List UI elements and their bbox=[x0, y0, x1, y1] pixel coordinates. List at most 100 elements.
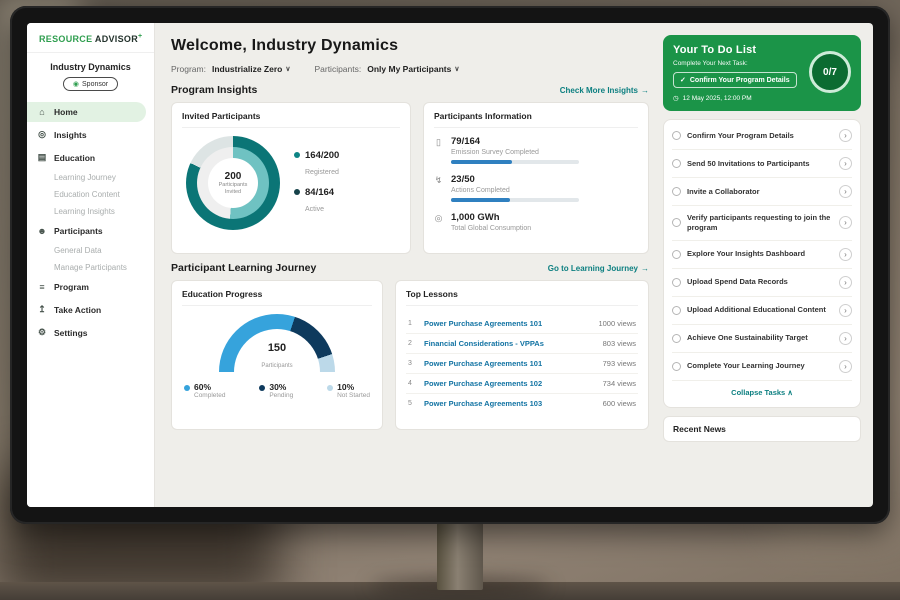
chevron-right-icon[interactable]: › bbox=[839, 332, 852, 345]
next-task-chip[interactable]: ✓ Confirm Your Program Details bbox=[673, 72, 797, 88]
legend-label: Pending bbox=[269, 392, 293, 399]
settings-icon: ⚙ bbox=[37, 327, 47, 338]
sidebar-item-take-action[interactable]: ↥ Take Action bbox=[27, 299, 146, 320]
task-label: Upload Spend Data Records bbox=[687, 277, 833, 287]
task-checkbox[interactable] bbox=[672, 278, 681, 287]
task-checkbox[interactable] bbox=[672, 159, 681, 168]
home-icon: ⌂ bbox=[37, 107, 47, 117]
task-label: Send 50 Invitations to Participants bbox=[687, 159, 833, 169]
legend-dot bbox=[259, 385, 265, 391]
sidebar-item-settings[interactable]: ⚙ Settings bbox=[27, 322, 146, 343]
lesson-views: 1000 views bbox=[598, 319, 636, 328]
task-checkbox[interactable] bbox=[672, 250, 681, 259]
lesson-views: 803 views bbox=[603, 339, 636, 348]
chevron-right-icon[interactable]: › bbox=[839, 360, 852, 373]
monitor-stand bbox=[437, 520, 483, 590]
lesson-row[interactable]: 1 Power Purchase Agreements 101 1000 vie… bbox=[406, 314, 638, 334]
sidebar-item-label: Participants bbox=[54, 226, 103, 236]
chevron-right-icon[interactable]: › bbox=[839, 216, 852, 229]
sidebar-item-insights[interactable]: ◎ Insights bbox=[27, 124, 146, 145]
program-insights-header: Program Insights Check More Insights → bbox=[171, 84, 649, 96]
sidebar-item-learning-insights[interactable]: Learning Insights bbox=[27, 203, 154, 220]
sidebar-item-home[interactable]: ⌂ Home bbox=[27, 102, 146, 122]
lesson-rank: 5 bbox=[408, 400, 416, 407]
chevron-right-icon[interactable]: › bbox=[839, 248, 852, 261]
lesson-row[interactable]: 2 Financial Considerations - VPPAs 803 v… bbox=[406, 334, 638, 354]
gauge-center: 150 Participants bbox=[219, 342, 335, 372]
sidebar-item-general-data[interactable]: General Data bbox=[27, 242, 154, 259]
participants-select[interactable]: Only My Participants ∨ bbox=[367, 64, 459, 74]
education-progress-card: Education Progress 150 Participants bbox=[171, 280, 383, 430]
task-row-confirm-program[interactable]: Confirm Your Program Details › bbox=[672, 122, 852, 150]
task-label: Verify participants requesting to join t… bbox=[687, 213, 833, 233]
lesson-link[interactable]: Power Purchase Agreements 101 bbox=[424, 359, 595, 368]
donut-center-label: Participants Invited bbox=[213, 182, 253, 196]
sidebar-item-manage-participants[interactable]: Manage Participants bbox=[27, 259, 154, 276]
invited-participants-donut-chart: 200 Participants Invited bbox=[186, 136, 280, 230]
lesson-link[interactable]: Power Purchase Agreements 101 bbox=[424, 319, 590, 328]
task-row-upload-spend-data[interactable]: Upload Spend Data Records › bbox=[672, 269, 852, 297]
sidebar-item-program[interactable]: ≡ Program bbox=[27, 277, 146, 297]
device-icon: ▯ bbox=[434, 137, 443, 164]
lesson-row[interactable]: 4 Power Purchase Agreements 102 734 view… bbox=[406, 374, 638, 394]
insights-cards-row: Invited Participants 200 Participants In… bbox=[171, 102, 649, 254]
task-checkbox[interactable] bbox=[672, 131, 681, 140]
sidebar-item-education[interactable]: ▤ Education bbox=[27, 147, 146, 168]
lesson-link[interactable]: Power Purchase Agreements 103 bbox=[424, 399, 595, 408]
donut-center: 200 Participants Invited bbox=[208, 158, 258, 208]
collapse-tasks-link[interactable]: Collapse Tasks ∧ bbox=[672, 381, 852, 405]
check-more-insights-link[interactable]: Check More Insights → bbox=[560, 86, 649, 95]
participants-filter-label: Participants: bbox=[314, 64, 361, 74]
task-row-complete-learning-journey[interactable]: Complete Your Learning Journey › bbox=[672, 353, 852, 381]
task-label: Confirm Your Program Details bbox=[687, 131, 833, 141]
chevron-right-icon[interactable]: › bbox=[839, 157, 852, 170]
task-row-achieve-target[interactable]: Achieve One Sustainability Target › bbox=[672, 325, 852, 353]
chevron-right-icon[interactable]: › bbox=[839, 185, 852, 198]
task-checkbox[interactable] bbox=[672, 362, 681, 371]
go-to-learning-journey-link[interactable]: Go to Learning Journey → bbox=[548, 264, 649, 273]
task-row-send-invitations[interactable]: Send 50 Invitations to Participants › bbox=[672, 150, 852, 178]
chevron-down-icon: ∨ bbox=[285, 65, 290, 73]
collapse-label: Collapse Tasks bbox=[731, 388, 785, 397]
sidebar-item-learning-journey[interactable]: Learning Journey bbox=[27, 169, 154, 186]
chevron-down-icon: ∨ bbox=[454, 65, 459, 73]
lesson-link[interactable]: Power Purchase Agreements 102 bbox=[424, 379, 595, 388]
invited-participants-card: Invited Participants 200 Participants In… bbox=[171, 102, 411, 254]
legend-item-active: 84/164 Active bbox=[294, 187, 339, 216]
chevron-glyph: › bbox=[844, 131, 847, 140]
monitor-bezel: RESOURCE ADVISOR+ Industry Dynamics ◉ Sp… bbox=[10, 6, 890, 524]
program-select-value: Industrialize Zero bbox=[212, 64, 282, 74]
app-logo: RESOURCE ADVISOR+ bbox=[27, 33, 154, 53]
education-icon: ▤ bbox=[37, 152, 47, 163]
task-checkbox[interactable] bbox=[672, 218, 681, 227]
stat-value: 23/50 bbox=[451, 174, 579, 185]
task-checkbox[interactable] bbox=[672, 306, 681, 315]
sidebar-item-participants[interactable]: ☻ Participants bbox=[27, 221, 146, 241]
task-row-explore-insights[interactable]: Explore Your Insights Dashboard › bbox=[672, 241, 852, 269]
lesson-row[interactable]: 5 Power Purchase Agreements 103 600 view… bbox=[406, 394, 638, 413]
task-checkbox[interactable] bbox=[672, 334, 681, 343]
sidebar-subitem-label: Learning Insights bbox=[54, 207, 115, 216]
sidebar-item-education-content[interactable]: Education Content bbox=[27, 186, 154, 203]
chevron-right-icon[interactable]: › bbox=[839, 129, 852, 142]
due-date-label: 12 May 2025, 12:00 PM bbox=[683, 95, 752, 102]
lesson-row[interactable]: 3 Power Purchase Agreements 101 793 view… bbox=[406, 354, 638, 374]
chevron-right-icon[interactable]: › bbox=[839, 304, 852, 317]
recent-news-header[interactable]: Recent News bbox=[663, 416, 861, 442]
program-select[interactable]: Industrialize Zero ∨ bbox=[212, 64, 291, 74]
task-row-upload-educational-content[interactable]: Upload Additional Educational Content › bbox=[672, 297, 852, 325]
lesson-link[interactable]: Financial Considerations - VPPAs bbox=[424, 339, 595, 348]
participants-information-card: Participants Information ▯ 79/164 Emissi… bbox=[423, 102, 649, 254]
legend-item-registered: 164/200 Registered bbox=[294, 150, 339, 179]
legend-dot bbox=[294, 189, 300, 195]
stat-value: 79/164 bbox=[451, 136, 579, 147]
task-checkbox[interactable] bbox=[672, 187, 681, 196]
legend-item-completed: 60% Completed bbox=[184, 382, 225, 399]
task-row-verify-participants[interactable]: Verify participants requesting to join t… bbox=[672, 206, 852, 241]
sponsor-badge[interactable]: ◉ Sponsor bbox=[63, 77, 118, 91]
donut-center-value: 200 bbox=[225, 171, 242, 182]
task-row-invite-collaborator[interactable]: Invite a Collaborator › bbox=[672, 178, 852, 206]
gauge-center-value: 150 bbox=[219, 342, 335, 354]
link-label: Check More Insights bbox=[560, 86, 638, 95]
chevron-right-icon[interactable]: › bbox=[839, 276, 852, 289]
